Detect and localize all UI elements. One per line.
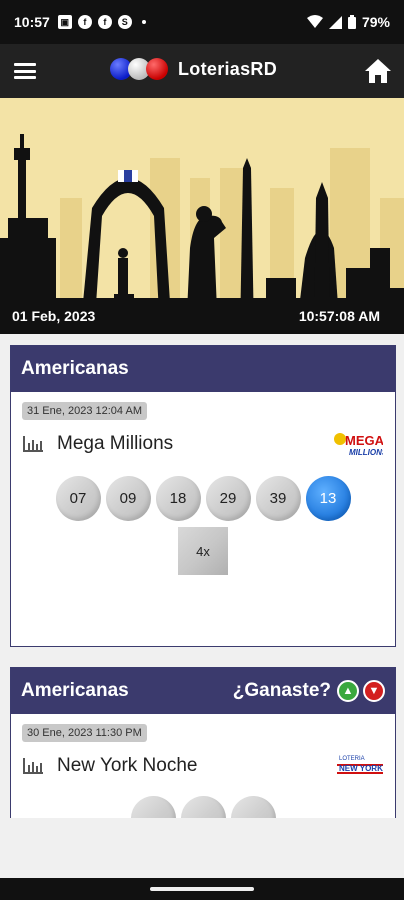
number-ball: 07 <box>55 476 101 521</box>
thumbs-down-icon[interactable]: ▼ <box>363 680 385 702</box>
stats-icon[interactable] <box>23 436 43 452</box>
current-time: 10:57:08 AM <box>298 308 380 324</box>
mega-millions-logo: MEGA MILLIONS <box>334 433 383 457</box>
number-ball: 09 <box>105 476 151 521</box>
number-ball: 29 <box>205 476 251 521</box>
number-ball <box>180 796 226 818</box>
bottom-spacer <box>0 818 404 878</box>
card-header: Americanas <box>11 346 395 392</box>
svg-text:NEW YORK: NEW YORK <box>339 764 383 773</box>
stats-icon[interactable] <box>23 758 43 774</box>
svg-text:MEGA: MEGA <box>345 433 383 448</box>
winning-numbers <box>11 796 395 818</box>
svg-text:MILLIONS: MILLIONS <box>349 448 383 457</box>
current-date: 01 Feb, 2023 <box>12 308 96 324</box>
number-ball <box>130 796 176 818</box>
lottery-card: Americanas ¿Ganaste? ▲ ▼ 30 Ene, 2023 11… <box>10 667 396 818</box>
card-category-title: Americanas <box>21 680 129 701</box>
card-header: Americanas ¿Ganaste? ▲ ▼ <box>11 668 395 714</box>
skyline-illustration <box>0 134 404 334</box>
did-you-win: ¿Ganaste? ▲ ▼ <box>233 680 385 702</box>
bonus-ball: 13 <box>305 476 351 521</box>
app-logo: LoteriasRD <box>110 58 277 80</box>
draw-date-badge: 31 Ene, 2023 12:04 AM <box>22 402 147 420</box>
thumbs-up-icon[interactable]: ▲ <box>337 680 359 702</box>
did-you-win-label: ¿Ganaste? <box>232 680 331 701</box>
new-york-lottery-logo: LOTERIA NEW YORK <box>337 756 383 776</box>
notification-icons: ▣ f f S <box>57 15 146 29</box>
facebook-icon: f <box>77 15 92 29</box>
game-name: Mega Millions <box>57 433 174 454</box>
number-ball: 39 <box>255 476 301 521</box>
more-notifications-dot <box>141 20 146 24</box>
battery-icon <box>347 15 356 29</box>
status-time: 10:57 <box>14 14 50 30</box>
city-skyline-banner: 01 Feb, 2023 10:57:08 AM <box>0 98 404 334</box>
home-icon[interactable] <box>364 57 392 85</box>
number-ball <box>230 796 276 818</box>
winning-numbers: 07 09 18 29 39 13 <box>11 476 395 521</box>
status-bar: 10:57 ▣ f f S 79% <box>0 0 404 44</box>
card-category-title: Americanas <box>21 358 129 379</box>
signal-icon <box>328 15 342 29</box>
number-ball: 18 <box>155 476 201 521</box>
menu-icon[interactable] <box>14 63 36 79</box>
game-row: New York Noche LOTERIA NEW YORK <box>11 746 395 786</box>
battery-percent: 79% <box>361 14 390 30</box>
svg-text:LOTERIA: LOTERIA <box>339 756 365 762</box>
app-title: LoteriasRD <box>178 58 278 79</box>
game-name: New York Noche <box>57 755 198 776</box>
app-bar: LoteriasRD <box>0 44 404 98</box>
wifi-icon <box>306 15 323 28</box>
lottery-card: Americanas 31 Ene, 2023 12:04 AM Mega Mi… <box>10 345 396 647</box>
home-gesture-handle[interactable] <box>150 887 254 891</box>
skype-icon: S <box>117 15 132 29</box>
draw-date-badge: 30 Ene, 2023 11:30 PM <box>22 724 147 742</box>
system-navigation-bar <box>0 878 404 900</box>
results-list[interactable]: Americanas 31 Ene, 2023 12:04 AM Mega Mi… <box>0 334 404 818</box>
red-ball-icon <box>146 58 168 80</box>
facebook-icon: f <box>97 15 112 29</box>
multiplier-box: 4x <box>178 527 228 575</box>
news-icon: ▣ <box>57 15 72 29</box>
game-row: Mega Millions MEGA MILLIONS <box>11 424 395 464</box>
